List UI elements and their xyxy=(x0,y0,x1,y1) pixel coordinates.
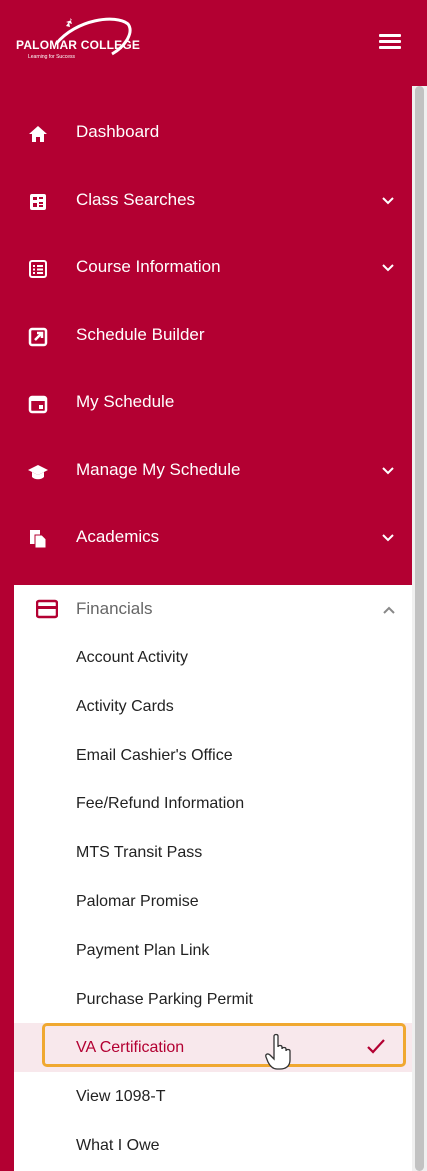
submenu-item-account-activity[interactable]: Account Activity xyxy=(14,633,412,682)
submenu-item-label: VA Certification xyxy=(76,1039,185,1057)
nav-item-label: Course Information xyxy=(76,257,221,276)
submenu-item-view-1098-t[interactable]: View 1098-T xyxy=(14,1072,412,1121)
search-card-icon xyxy=(30,193,46,210)
submenu-item-activity-cards[interactable]: Activity Cards xyxy=(14,682,412,731)
submenu-item-label: Palomar Promise xyxy=(76,892,199,910)
nav-item-course-information[interactable]: Course Information xyxy=(0,235,412,303)
submenu-item-label: MTS Transit Pass xyxy=(76,844,203,862)
financials-panel: Financials Account Activity Activity Car… xyxy=(14,585,412,1171)
submenu-item-palomar-promise[interactable]: Palomar Promise xyxy=(14,877,412,926)
nav-item-class-searches[interactable]: Class Searches xyxy=(0,168,412,236)
nav-item-my-schedule[interactable]: My Schedule xyxy=(0,370,412,438)
submenu-item-label: What I Owe xyxy=(76,1136,160,1154)
nav-item-academics[interactable]: Academics xyxy=(0,505,412,573)
graduation-cap-icon xyxy=(28,464,48,479)
submenu-item-purchase-parking-permit[interactable]: Purchase Parking Permit xyxy=(14,975,412,1024)
menu-icon[interactable] xyxy=(379,34,401,50)
nav-item-financials[interactable]: Financials xyxy=(14,585,412,633)
nav-item-manage-my-schedule[interactable]: Manage My Schedule xyxy=(0,438,412,506)
nav-item-label: Dashboard xyxy=(76,122,160,141)
scrollbar[interactable] xyxy=(412,86,427,1171)
external-link-icon xyxy=(28,327,48,346)
nav-item-schedule-builder[interactable]: Schedule Builder xyxy=(0,303,412,371)
home-icon xyxy=(29,126,47,142)
submenu-item-label: Activity Cards xyxy=(76,697,174,715)
calendar-icon xyxy=(28,395,48,414)
nav-item-label: Schedule Builder xyxy=(76,324,205,344)
submenu-item-mts-transit-pass[interactable]: MTS Transit Pass xyxy=(14,828,412,877)
submenu-item-label: Email Cashier's Office xyxy=(76,746,233,764)
hand-cursor-icon xyxy=(265,1034,291,1071)
submenu-item-email-cashiers-office[interactable]: Email Cashier's Office xyxy=(14,731,412,780)
checkmark-icon xyxy=(367,1039,385,1054)
nav-item-label: Financials xyxy=(76,599,153,618)
nav-item-dashboard[interactable]: Dashboard xyxy=(0,100,412,168)
chevron-down-icon[interactable] xyxy=(381,194,395,208)
chevron-down-icon[interactable] xyxy=(381,531,395,545)
submenu-item-label: Purchase Parking Permit xyxy=(76,990,253,1008)
submenu-item-fee-refund-information[interactable]: Fee/Refund Information xyxy=(14,779,412,828)
submenu-item-label: View 1098-T xyxy=(76,1088,166,1106)
submenu-item-label: Account Activity xyxy=(76,649,189,666)
submenu-item-what-i-owe[interactable]: What I Owe xyxy=(14,1121,412,1170)
brand-tagline: Learning for Success xyxy=(28,54,75,60)
chevron-up-icon[interactable] xyxy=(382,603,396,617)
submenu-item-payment-plan-link[interactable]: Payment Plan Link xyxy=(14,926,412,975)
nav-item-label: Manage My Schedule xyxy=(76,459,241,479)
credit-card-icon xyxy=(36,599,58,619)
submenu-item-label: Fee/Refund Information xyxy=(76,795,245,813)
brand-name: PALOMAR COLLEGE xyxy=(16,38,141,52)
nav-item-label: Academics xyxy=(76,527,160,546)
scrollbar-thumb[interactable] xyxy=(415,86,424,1171)
submenu-item-va-certification[interactable]: VA Certification xyxy=(14,1023,412,1073)
nav-item-label: My Schedule xyxy=(76,392,175,411)
list-icon xyxy=(29,260,47,278)
side-nav: Dashboard Class Searches Course Informat… xyxy=(0,100,412,573)
chevron-down-icon[interactable] xyxy=(381,464,395,478)
nav-item-label: Class Searches xyxy=(76,189,196,209)
financials-submenu: Account Activity Activity Cards Email Ca… xyxy=(14,633,412,1170)
chevron-down-icon[interactable] xyxy=(381,261,395,275)
top-bar: PALOMAR COLLEGE Learning for Success xyxy=(0,0,427,86)
palomar-logo[interactable]: PALOMAR COLLEGE Learning for Success xyxy=(16,14,166,74)
submenu-item-label: Payment Plan Link xyxy=(76,941,210,959)
documents-icon xyxy=(30,530,47,549)
